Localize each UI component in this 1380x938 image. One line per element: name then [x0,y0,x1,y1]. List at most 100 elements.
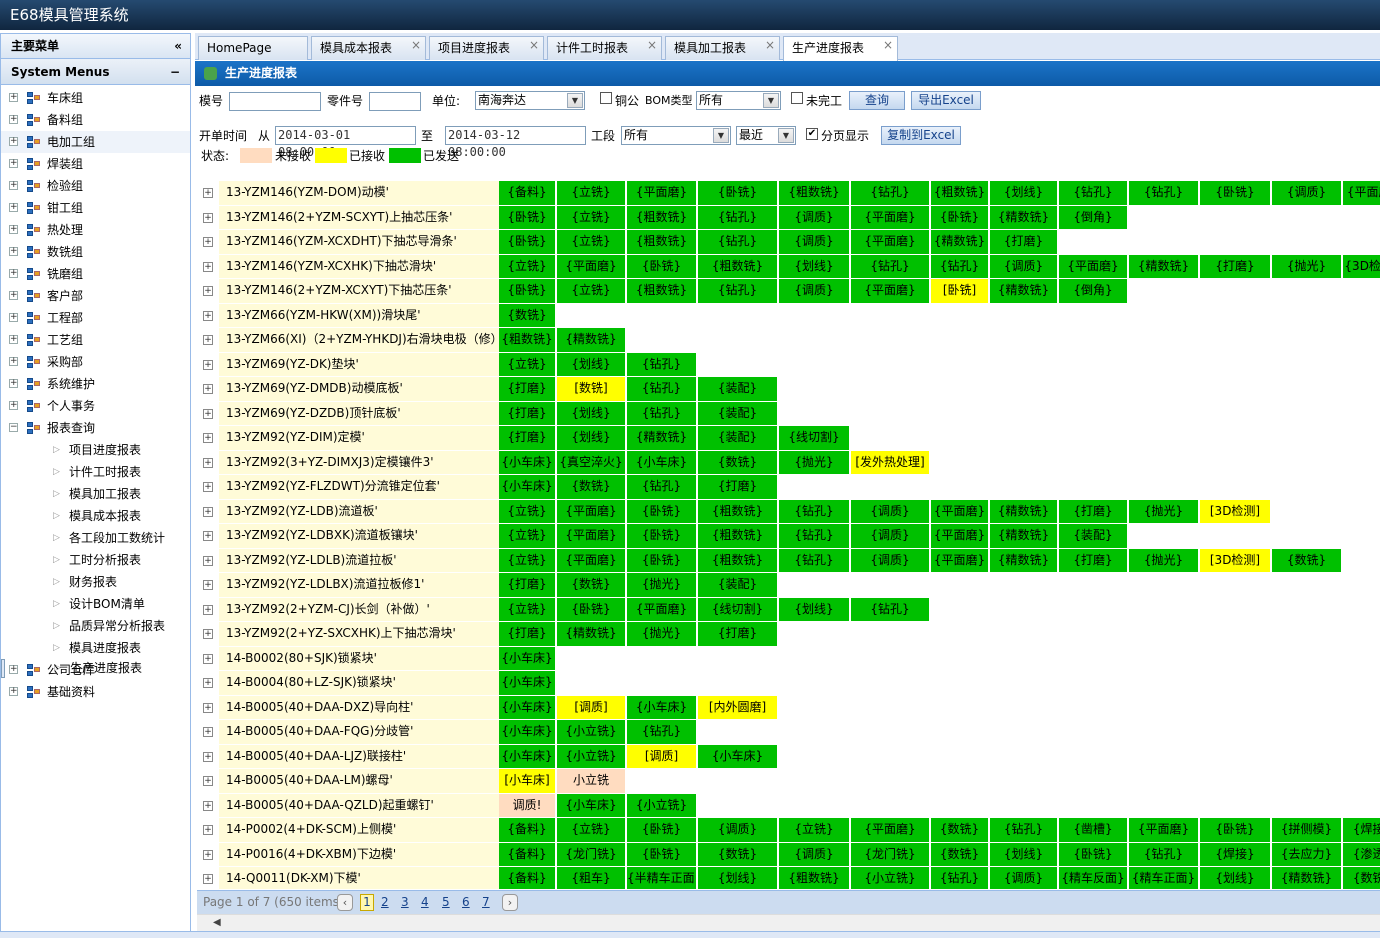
process-cell[interactable]: {立铣} [557,279,626,303]
process-cell[interactable]: {打磨} [990,230,1058,254]
process-cell[interactable]: {划线} [990,181,1058,205]
process-cell[interactable]: {平面磨} [931,524,989,548]
process-cell[interactable]: {精数铣} [990,205,1058,229]
process-cell[interactable]: {钻孔} [627,377,697,401]
process-cell[interactable]: {倒角} [1059,205,1128,229]
process-cell[interactable]: {钻孔} [851,181,930,205]
process-cell[interactable]: {卧铣} [627,548,697,572]
sidebar-item-23[interactable]: ▷ 设计BOM清单 [1,593,190,615]
process-cell[interactable]: {焊接} [1343,818,1380,842]
sidebar-item-1[interactable]: + 备料组 [1,109,190,131]
process-cell[interactable]: {钻孔} [627,475,697,499]
process-cell[interactable]: [调质] [557,695,626,719]
chevron-down-icon[interactable]: ▼ [713,128,729,143]
process-cell[interactable]: {抛光} [1272,254,1342,278]
process-cell[interactable]: {装配} [1059,524,1128,548]
expand-icon[interactable]: + [9,115,18,124]
process-cell[interactable]: {线切割} [779,426,850,450]
process-cell[interactable]: {小立铣} [557,744,626,768]
process-cell[interactable]: {划线} [779,254,850,278]
process-cell[interactable]: {小立铣} [851,867,930,889]
process-cell[interactable]: {钻孔} [698,230,778,254]
sidebar-item-11[interactable]: + 工艺组 [1,329,190,351]
process-cell[interactable]: {划线} [990,842,1058,866]
process-cell[interactable]: {卧铣} [1200,181,1271,205]
expand-row-icon[interactable]: + [203,335,213,345]
part-no-input[interactable] [369,92,421,111]
sidebar-item-20[interactable]: ▷ 各工段加工数统计 [1,527,190,549]
copper-checkbox[interactable] [600,92,612,104]
process-cell[interactable]: {精数铣} [627,426,697,450]
process-cell[interactable]: {装配} [698,426,778,450]
process-cell[interactable]: {龙门铣} [851,842,930,866]
process-cell[interactable]: 小立铣 [557,769,626,793]
process-cell[interactable]: {卧铣} [698,181,778,205]
process-cell[interactable]: {立铣} [499,524,556,548]
unit-select[interactable]: 南海奔达 ▼ [475,91,585,110]
process-cell[interactable]: {打磨} [1059,548,1128,572]
sidebar-item-21[interactable]: ▷ 工时分析报表 [1,549,190,571]
next-page-button[interactable]: › [502,894,518,911]
chevron-down-icon[interactable]: ▼ [567,93,583,108]
sidebar-item-27[interactable]: + 公司仓库 [1,659,190,681]
process-cell[interactable]: {平面磨} [557,254,626,278]
expand-row-icon[interactable]: + [203,531,213,541]
paging-checkbox[interactable]: ✔ [806,128,818,140]
process-cell[interactable]: {龙门铣} [557,842,626,866]
process-cell[interactable]: {立铣} [499,597,556,621]
prev-page-button[interactable]: ‹ [337,894,353,911]
sidebar-item-8[interactable]: + 铣磨组 [1,263,190,285]
process-cell[interactable]: {精数铣} [557,622,626,646]
process-cell[interactable]: {粗数铣} [627,279,697,303]
process-cell[interactable]: {小车床} [499,720,556,744]
process-cell[interactable]: {粗数铣} [698,524,778,548]
process-cell[interactable]: {精数铣} [1129,254,1199,278]
process-cell[interactable]: {划线} [779,597,850,621]
process-cell[interactable]: {平面磨} [851,205,930,229]
sidebar-item-3[interactable]: + 焊装组 [1,153,190,175]
process-cell[interactable]: {立铣} [499,352,556,376]
process-cell[interactable]: {钻孔} [698,205,778,229]
process-cell[interactable]: {小车床} [499,646,556,670]
process-cell[interactable]: {数铣} [1343,867,1380,889]
process-cell[interactable]: {数铣} [931,818,989,842]
process-cell[interactable]: {焊接} [1200,842,1271,866]
process-cell[interactable]: {打磨} [499,377,556,401]
process-cell[interactable]: {立铣} [557,230,626,254]
tab-4[interactable]: 模具加工报表 × [665,36,780,60]
expand-icon[interactable]: + [9,93,18,102]
process-cell[interactable]: {调质} [990,254,1058,278]
process-cell[interactable]: {粗数铣} [931,181,989,205]
sidebar-item-13[interactable]: + 系统维护 [1,373,190,395]
page-link-4[interactable]: 4 [421,895,429,909]
page-link-1[interactable]: 1 [360,894,374,911]
mold-no-input[interactable] [229,92,321,111]
process-cell[interactable]: {平面磨} [1343,181,1380,205]
process-cell[interactable]: {卧铣} [499,205,556,229]
process-cell[interactable]: {平面磨} [627,181,697,205]
sidebar-item-22[interactable]: ▷ 财务报表 [1,571,190,593]
sidebar-item-19[interactable]: ▷ 模具成本报表 [1,505,190,527]
process-cell[interactable]: {平面磨} [557,524,626,548]
process-cell[interactable]: {划线} [557,426,626,450]
close-tab-icon[interactable]: × [529,34,539,56]
process-cell[interactable]: {打磨} [698,622,778,646]
process-cell[interactable]: {数铣} [557,475,626,499]
process-cell[interactable]: {平面磨} [557,499,626,523]
close-tab-icon[interactable]: × [883,34,893,56]
process-cell[interactable]: {调质} [698,818,778,842]
expand-row-icon[interactable]: + [203,188,213,198]
section-select[interactable]: 所有 ▼ [621,126,731,145]
process-cell[interactable]: {小车床} [627,450,697,474]
process-cell[interactable]: {钻孔} [627,352,697,376]
process-cell[interactable]: {划线} [557,352,626,376]
tab-2[interactable]: 项目进度报表 × [429,36,544,60]
sidebar-item-14[interactable]: + 个人事务 [1,395,190,417]
process-cell[interactable]: {粗数铣} [698,254,778,278]
sidebar-item-7[interactable]: + 数铣组 [1,241,190,263]
process-cell[interactable]: {渗透} [1343,842,1380,866]
process-cell[interactable]: {卧铣} [557,597,626,621]
process-cell[interactable]: {小车床} [557,793,626,817]
to-date-input[interactable]: 2014-03-12 08:00:00 [445,126,586,159]
process-cell[interactable]: {小车床} [499,744,556,768]
